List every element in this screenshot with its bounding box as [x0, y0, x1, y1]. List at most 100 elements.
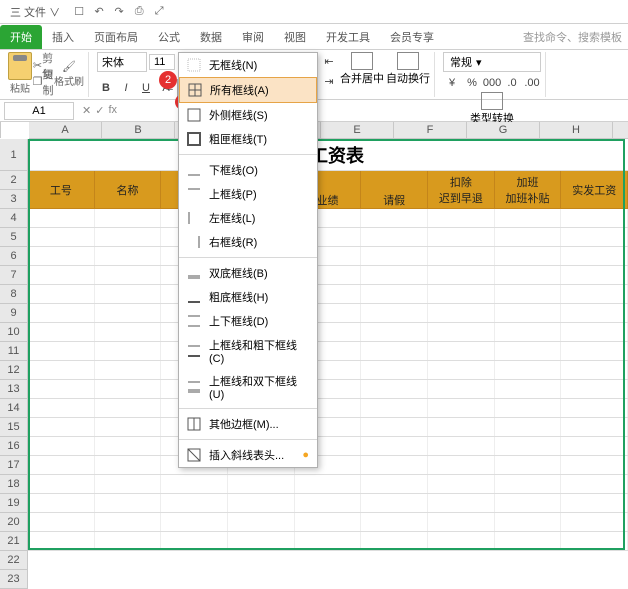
data-row[interactable]	[28, 418, 628, 437]
border-item[interactable]: 其他边框(M)...	[179, 412, 317, 436]
data-row[interactable]	[28, 266, 628, 285]
row-1[interactable]: 1	[0, 139, 28, 171]
fx-icon[interactable]: fx	[108, 104, 117, 117]
tab-layout[interactable]: 页面布局	[84, 25, 148, 49]
currency-icon[interactable]: ¥	[443, 74, 461, 92]
border-item[interactable]: 所有框线(A)	[179, 77, 317, 103]
painter-icon[interactable]: 🖌	[61, 59, 77, 73]
border-item[interactable]: 上框线和双下框线(U)	[179, 369, 317, 405]
file-menu[interactable]: 三 文件 ∨	[4, 2, 66, 22]
row-7[interactable]: 7	[0, 266, 28, 285]
row-22[interactable]: 22	[0, 551, 28, 570]
row-3[interactable]: 3	[0, 190, 28, 209]
row-5[interactable]: 5	[0, 228, 28, 247]
col-E[interactable]: E	[321, 122, 394, 139]
header-row[interactable]: 工号 名称 业绩 请假 扣除迟到早退 加班加班补贴 实发工资	[28, 171, 628, 209]
col-B[interactable]: B	[102, 122, 175, 139]
column-headers[interactable]: ABCDEFGHI	[29, 122, 628, 139]
copy-button[interactable]: ❐ 复制	[35, 75, 51, 89]
data-row[interactable]	[28, 285, 628, 304]
tab-insert[interactable]: 插入	[42, 25, 84, 49]
border-item[interactable]: 粗匣框线(T)	[179, 127, 317, 151]
wrap-button[interactable]: 自动换行	[386, 52, 430, 90]
row-17[interactable]: 17	[0, 456, 28, 475]
print-icon[interactable]: ⎙	[130, 3, 148, 21]
data-row[interactable]	[28, 494, 628, 513]
border-item[interactable]: 上下框线(D)	[179, 309, 317, 333]
row-15[interactable]: 15	[0, 418, 28, 437]
border-item[interactable]: 双底框线(B)	[179, 261, 317, 285]
border-item[interactable]: 上框线和粗下框线(C)	[179, 333, 317, 369]
data-row[interactable]	[28, 437, 628, 456]
row-21[interactable]: 21	[0, 532, 28, 551]
redo-icon[interactable]: ↷	[110, 3, 128, 21]
font-size-select[interactable]: 11	[149, 54, 175, 70]
border-item[interactable]: 上框线(P)	[179, 182, 317, 206]
cancel-icon[interactable]: ✕	[82, 104, 91, 117]
preview-icon[interactable]: ⤢	[150, 3, 168, 21]
search-hint[interactable]: 查找命令、搜索模板	[517, 29, 628, 45]
select-all-corner[interactable]	[0, 122, 1, 138]
row-20[interactable]: 20	[0, 513, 28, 532]
border-dropdown[interactable]: 无框线(N)所有框线(A)外侧框线(S)粗匣框线(T)下框线(O)上框线(P)左…	[178, 52, 318, 468]
data-row[interactable]	[28, 342, 628, 361]
row-19[interactable]: 19	[0, 494, 28, 513]
tab-start[interactable]: 开始	[0, 25, 42, 49]
row-23[interactable]: 23	[0, 570, 28, 589]
border-item[interactable]: 右框线(R)	[179, 230, 317, 254]
cells-area[interactable]: 部工资表 工号 名称 业绩 请假 扣除迟到早退 加班加班补贴 实发工资	[28, 139, 628, 589]
border-item[interactable]: 下框线(O)	[179, 158, 317, 182]
data-row[interactable]	[28, 456, 628, 475]
title-cell[interactable]: 部工资表	[28, 139, 628, 171]
tab-vip[interactable]: 会员专享	[380, 25, 444, 49]
dec-dec-icon[interactable]: .00	[523, 74, 541, 92]
row-11[interactable]: 11	[0, 342, 28, 361]
row-14[interactable]: 14	[0, 399, 28, 418]
row-13[interactable]: 13	[0, 380, 28, 399]
thousand-icon[interactable]: 000	[483, 74, 501, 92]
row-16[interactable]: 16	[0, 437, 28, 456]
border-item[interactable]: 粗底框线(H)	[179, 285, 317, 309]
paste-icon[interactable]	[8, 52, 32, 80]
confirm-icon[interactable]: ✓	[95, 104, 104, 117]
indent-dec[interactable]: ⇤	[320, 52, 338, 70]
col-H[interactable]: H	[540, 122, 613, 139]
data-row[interactable]	[28, 323, 628, 342]
underline-button[interactable]: U	[137, 79, 155, 97]
save-icon[interactable]: ☐	[70, 3, 88, 21]
data-row[interactable]	[28, 247, 628, 266]
data-row[interactable]	[28, 361, 628, 380]
row-12[interactable]: 12	[0, 361, 28, 380]
percent-icon[interactable]: %	[463, 74, 481, 92]
row-18[interactable]: 18	[0, 475, 28, 494]
row-6[interactable]: 6	[0, 247, 28, 266]
indent-inc[interactable]: ⇥	[320, 72, 338, 90]
row-9[interactable]: 9	[0, 304, 28, 323]
undo-icon[interactable]: ↶	[90, 3, 108, 21]
row-2[interactable]: 2	[0, 171, 28, 190]
merge-button[interactable]: 合并居中	[340, 52, 384, 90]
data-row[interactable]	[28, 399, 628, 418]
dec-inc-icon[interactable]: .0	[503, 74, 521, 92]
italic-button[interactable]: I	[117, 79, 135, 97]
row-4[interactable]: 4	[0, 209, 28, 228]
data-row[interactable]	[28, 380, 628, 399]
col-F[interactable]: F	[394, 122, 467, 139]
tab-data[interactable]: 数据	[190, 25, 232, 49]
tab-formula[interactable]: 公式	[148, 25, 190, 49]
data-row[interactable]	[28, 209, 628, 228]
data-row[interactable]	[28, 475, 628, 494]
name-box[interactable]: A1	[4, 102, 74, 120]
row-headers[interactable]: 1234567891011121314151617181920212223	[0, 139, 28, 589]
col-G[interactable]: G	[467, 122, 540, 139]
border-item[interactable]: 外侧框线(S)	[179, 103, 317, 127]
tab-view[interactable]: 视图	[274, 25, 316, 49]
number-format-select[interactable]: 常规 ▾	[443, 52, 541, 72]
tab-dev[interactable]: 开发工具	[316, 25, 380, 49]
col-A[interactable]: A	[29, 122, 102, 139]
bold-button[interactable]: B	[97, 79, 115, 97]
data-row[interactable]	[28, 228, 628, 247]
border-item[interactable]: 插入斜线表头...●	[179, 443, 317, 467]
border-item[interactable]: 无框线(N)	[179, 53, 317, 77]
font-name-select[interactable]: 宋体	[97, 52, 147, 72]
